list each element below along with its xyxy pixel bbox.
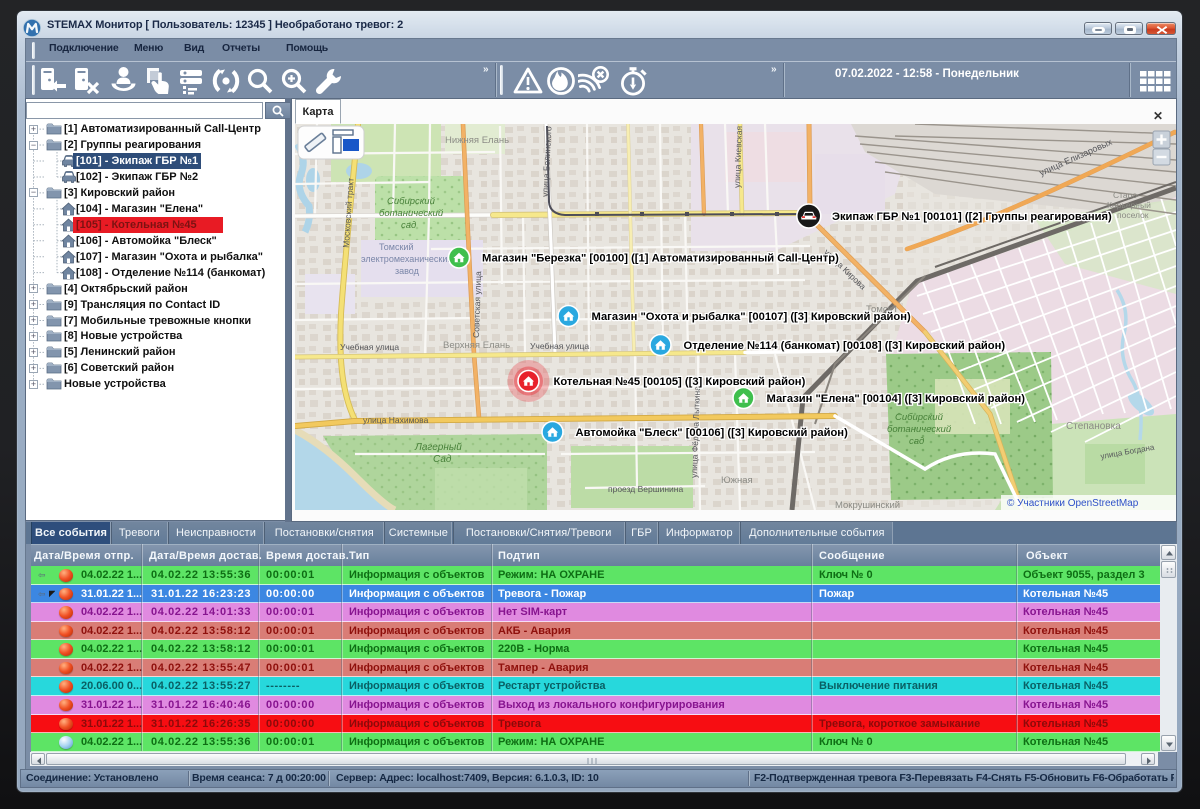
- svg-text:электромеханический: электромеханический: [361, 254, 452, 264]
- svg-text:Нижняя Елань: Нижняя Елань: [445, 135, 509, 146]
- svg-text:Магазин "Охота и рыбалка" [001: Магазин "Охота и рыбалка" [00107] ([3] К…: [591, 311, 911, 323]
- svg-text:Верхняя Елань: Верхняя Елань: [443, 340, 510, 351]
- svg-text:Южная: Южная: [721, 475, 753, 486]
- svg-text:Сибирский: Сибирский: [387, 196, 436, 207]
- svg-text:поселок: поселок: [1117, 210, 1149, 220]
- svg-text:проезд Вершинина: проезд Вершинина: [608, 484, 683, 494]
- svg-text:Старо-: Старо-: [1113, 190, 1140, 200]
- svg-text:сад: сад: [909, 436, 924, 447]
- svg-text:© Участники OpenStreetMap: © Участники OpenStreetMap: [1007, 498, 1139, 509]
- svg-text:Сад: Сад: [433, 454, 452, 465]
- svg-text:Учебная улица: Учебная улица: [530, 341, 589, 351]
- svg-text:улица Нахимова: улица Нахимова: [363, 415, 429, 425]
- svg-text:Мокрушинский: Мокрушинский: [835, 500, 900, 510]
- svg-text:Томский: Томский: [379, 242, 413, 252]
- svg-text:Котельная №45 [00105] ([3] Кир: Котельная №45 [00105] ([3] Кировский рай…: [553, 376, 805, 388]
- svg-text:Магазин "Елена" [00104] ([3] К: Магазин "Елена" [00104] ([3] Кировский р…: [766, 393, 1025, 405]
- svg-text:Магазин "Березка" [00100] ([1]: Магазин "Березка" [00100] ([1] Автоматиз…: [482, 253, 839, 265]
- svg-text:Учебная улица: Учебная улица: [340, 342, 399, 352]
- svg-text:Карьерный: Карьерный: [1107, 200, 1151, 210]
- svg-text:ботанический: ботанический: [379, 208, 444, 219]
- svg-text:Автомойка "Блеск" [00106] ([3]: Автомойка "Блеск" [00106] ([3] Кировский…: [575, 427, 848, 439]
- svg-text:Сибирский: Сибирский: [895, 412, 944, 423]
- svg-text:завод: завод: [395, 266, 420, 276]
- svg-text:Экипаж ГБР №1 [00101] ([2] Гр: Экипаж ГБР №1 [00101] ([2] Группы реагир…: [832, 211, 1112, 223]
- svg-text:Степановка: Степановка: [1066, 421, 1121, 432]
- svg-text:сад: сад: [401, 220, 416, 231]
- svg-text:ботанический: ботанический: [887, 424, 952, 435]
- svg-text:Лагерный: Лагерный: [414, 442, 462, 453]
- svg-text:Отделение №114 (банкомат) [001: Отделение №114 (банкомат) [00108] ([3] К…: [683, 340, 1005, 352]
